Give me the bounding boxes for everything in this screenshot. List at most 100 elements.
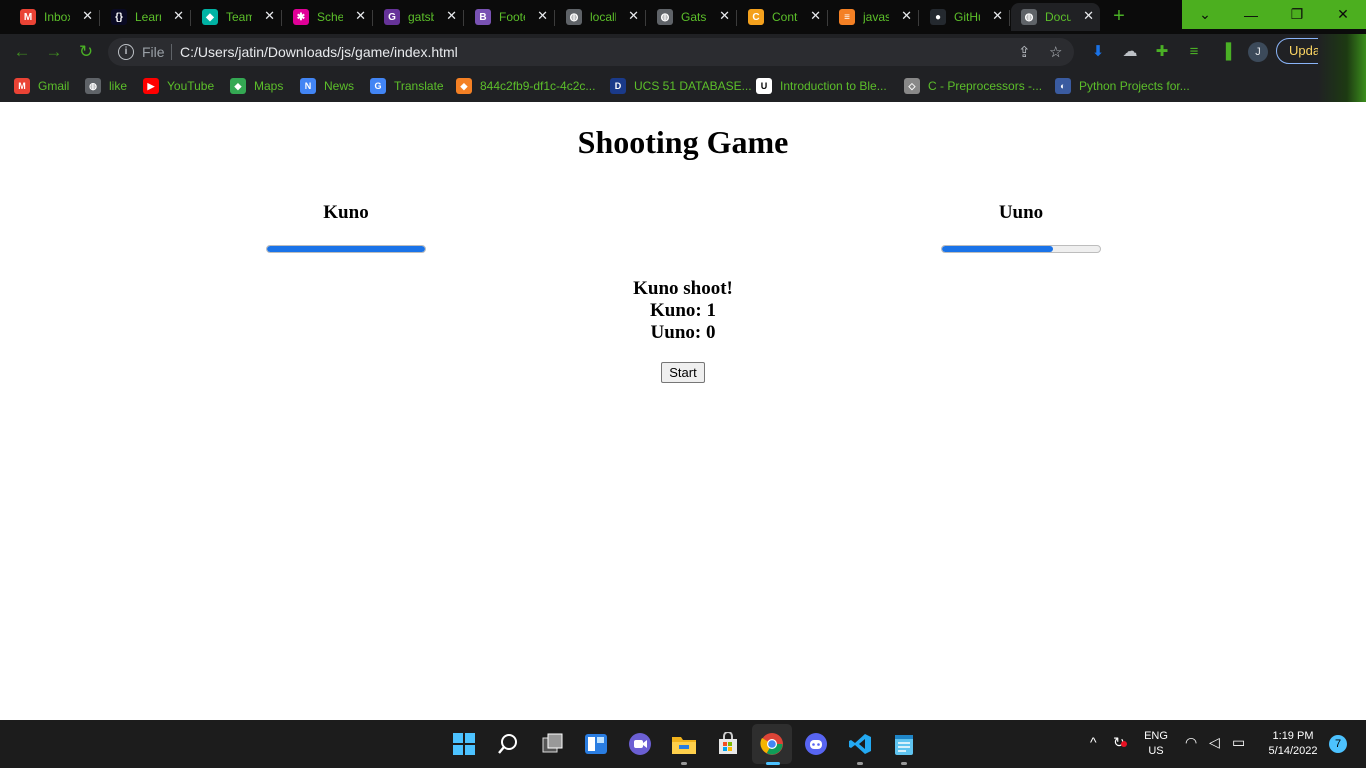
bookmark-label: 844c2fb9-df1c-4c2c... [480, 79, 596, 93]
bookmark-item[interactable]: U Introduction to Ble... [756, 76, 887, 96]
taskbar: ^ ↻ ENG US ◠ ◁ ▭ 1:19 PM 5/14/2022 7 [0, 720, 1366, 768]
tab-separator [918, 10, 919, 26]
forward-button[interactable]: → [44, 42, 64, 62]
close-tab-icon[interactable]: ✕ [446, 8, 457, 24]
microsoft-store-icon[interactable] [715, 731, 741, 757]
tab-10[interactable]: ● GitHub ✕ [920, 3, 1009, 31]
restore-button[interactable]: ❐ [1274, 0, 1320, 29]
address-bar[interactable]: i File C:/Users/jatin/Downloads/js/game/… [108, 38, 1074, 66]
close-window-button[interactable]: ✕ [1320, 0, 1366, 29]
bookmark-favicon-icon: ◆ [456, 78, 472, 94]
close-tab-icon[interactable]: ✕ [264, 8, 275, 24]
bookmark-item[interactable]: ◍ like [85, 76, 127, 96]
system-clock[interactable]: 1:19 PM 5/14/2022 [1262, 729, 1324, 759]
windows-start-icon[interactable] [451, 731, 477, 757]
bookmark-item[interactable]: ◆ Maps [230, 76, 283, 96]
close-tab-icon[interactable]: ✕ [992, 8, 1003, 24]
bookmark-item[interactable]: ◐ Python Projects for... [1055, 76, 1190, 96]
cookie-extension-icon[interactable]: ☁ [1121, 43, 1139, 61]
notification-badge[interactable]: 7 [1329, 735, 1347, 753]
tab-9[interactable]: ≡ javascript ✕ [829, 3, 918, 31]
notepad-icon[interactable] [891, 731, 917, 757]
close-tab-icon[interactable]: ✕ [537, 8, 548, 24]
vscode-icon[interactable] [847, 731, 873, 757]
bookmark-item[interactable]: N News [300, 76, 354, 96]
vscode-running-indicator [857, 762, 863, 765]
score-player-two: Uuno: 0 [650, 322, 716, 343]
tab-title: Footer [499, 10, 525, 24]
freecodecamp-icon: {} [111, 9, 127, 25]
extensions-icon[interactable]: ✚ [1153, 43, 1171, 61]
side-panel-icon[interactable]: ▐ [1217, 43, 1235, 61]
file-explorer-icon[interactable] [671, 731, 697, 757]
volume-icon[interactable]: ◁ [1209, 734, 1220, 751]
tab-1[interactable]: {} Learn ✕ [101, 3, 190, 31]
tab-11[interactable]: ◍ Document ✕ [1011, 3, 1100, 31]
back-button[interactable]: ← [12, 42, 32, 62]
close-tab-icon[interactable]: ✕ [173, 8, 184, 24]
bookmark-item[interactable]: ◆ 844c2fb9-df1c-4c2c... [456, 76, 595, 96]
tab-title: GitHub [954, 10, 980, 24]
share-icon[interactable]: ⇪ [1018, 43, 1031, 61]
close-tab-icon[interactable]: ✕ [901, 8, 912, 24]
scheme-label: File [142, 44, 165, 60]
bookmark-item[interactable]: M Gmail [14, 76, 69, 96]
tab-4[interactable]: Ggatsby ✕ [374, 3, 463, 31]
tab-search-button[interactable]: ⌄ [1182, 0, 1228, 29]
tab-2[interactable]: ◆ Team ✕ [192, 3, 281, 31]
bookmark-star-icon[interactable]: ☆ [1049, 43, 1062, 61]
discord-icon[interactable] [803, 731, 829, 757]
profile-avatar[interactable]: J [1248, 42, 1268, 62]
minimize-button[interactable]: — [1228, 0, 1274, 29]
bookmark-item[interactable]: ▶ YouTube [143, 76, 214, 96]
tab-0[interactable]: M Inbox ✕ [10, 3, 99, 31]
close-tab-icon[interactable]: ✕ [628, 8, 639, 24]
bookmark-label: YouTube [167, 79, 215, 93]
close-tab-icon[interactable]: ✕ [719, 8, 730, 24]
wifi-icon[interactable]: ◠ [1185, 734, 1197, 751]
bookmark-item[interactable]: ◇ C - Preprocessors -... [904, 76, 1042, 96]
chrome-icon[interactable] [759, 731, 785, 757]
tab-separator [1009, 10, 1010, 26]
tab-separator [372, 10, 373, 26]
task-view-icon[interactable] [539, 731, 565, 757]
codechef-icon: C [748, 9, 764, 25]
sync-icon[interactable]: ↻ [1113, 734, 1127, 751]
bookmark-label: Maps [254, 79, 284, 93]
widgets-icon[interactable] [583, 731, 609, 757]
language-indicator[interactable]: ENG US [1142, 729, 1170, 759]
bootstrap-icon: B [475, 9, 491, 25]
teams-chat-icon[interactable] [627, 731, 653, 757]
reload-button[interactable]: ↻ [76, 42, 96, 62]
tab-title: gatsby [408, 10, 434, 24]
start-button[interactable]: Start [661, 362, 705, 383]
search-icon[interactable] [495, 731, 521, 757]
tab-6[interactable]: ◍ localhost ✕ [556, 3, 645, 31]
browser-toolbar: ← → ↻ i File C:/Users/jatin/Downloads/js… [0, 34, 1366, 70]
chevron-up-icon[interactable]: ^ [1090, 734, 1097, 750]
bookmark-favicon-icon: N [300, 78, 316, 94]
tab-title: Team [226, 10, 252, 24]
bookmark-favicon-icon: ◍ [85, 78, 101, 94]
site-info-icon[interactable]: i [118, 44, 134, 60]
url-text[interactable]: C:/Users/jatin/Downloads/js/game/index.h… [180, 44, 458, 60]
bookmark-favicon-icon: G [370, 78, 386, 94]
bookmark-favicon-icon: ▶ [143, 78, 159, 94]
wallpaper-glow [1318, 34, 1366, 102]
tab-3[interactable]: ✱ Schedule ✕ [283, 3, 372, 31]
tab-8[interactable]: C Contest ✕ [738, 3, 827, 31]
close-tab-icon[interactable]: ✕ [1083, 8, 1094, 24]
new-tab-button[interactable]: + [1108, 6, 1130, 28]
bookmark-item[interactable]: D UCS 51 DATABASE... [610, 76, 752, 96]
close-tab-icon[interactable]: ✕ [82, 8, 93, 24]
download-extension-icon[interactable]: ⬇ [1089, 43, 1107, 61]
tab-5[interactable]: B Footer ✕ [465, 3, 554, 31]
battery-icon[interactable]: ▭ [1232, 734, 1245, 751]
media-control-icon[interactable]: ≡ [1185, 43, 1203, 61]
close-tab-icon[interactable]: ✕ [355, 8, 366, 24]
page-title: Shooting Game [577, 124, 789, 160]
close-tab-icon[interactable]: ✕ [810, 8, 821, 24]
bookmark-item[interactable]: G Translate [370, 76, 444, 96]
globe-icon: ◍ [657, 9, 673, 25]
tab-7[interactable]: ◍ Gatsby ✕ [647, 3, 736, 31]
